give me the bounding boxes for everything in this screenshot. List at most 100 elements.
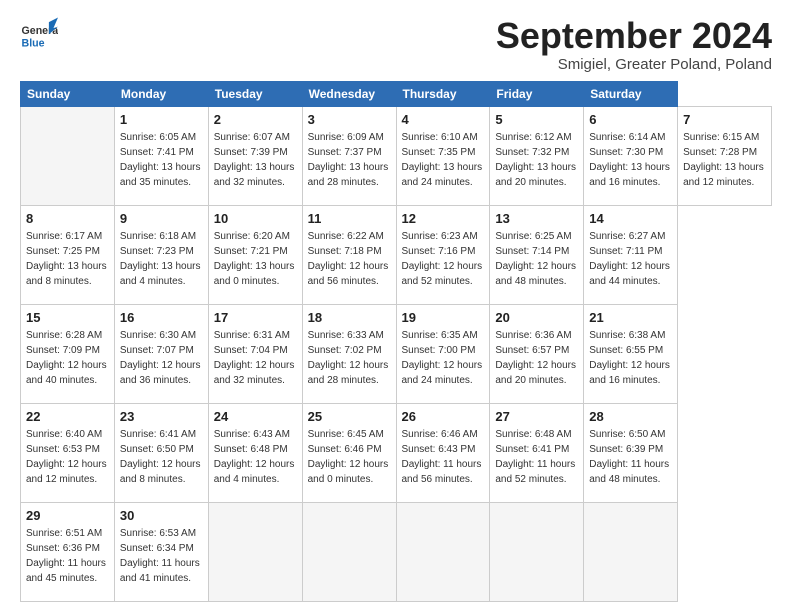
day-number: 19 [402,309,485,327]
day-number: 13 [495,210,578,228]
table-row: 15Sunrise: 6:28 AMSunset: 7:09 PMDayligh… [21,304,115,403]
table-row: 4Sunrise: 6:10 AMSunset: 7:35 PMDaylight… [396,106,490,205]
day-info: Sunrise: 6:12 AMSunset: 7:32 PMDaylight:… [495,130,578,190]
day-info: Sunrise: 6:36 AMSunset: 6:57 PMDaylight:… [495,328,578,388]
table-row [21,106,115,205]
table-row: 25Sunrise: 6:45 AMSunset: 6:46 PMDayligh… [302,403,396,502]
header-friday: Friday [490,81,584,106]
table-row: 1Sunrise: 6:05 AMSunset: 7:41 PMDaylight… [114,106,208,205]
table-row: 6Sunrise: 6:14 AMSunset: 7:30 PMDaylight… [584,106,678,205]
day-number: 14 [589,210,672,228]
header: General Blue September 2024 Smigiel, Gre… [20,16,772,73]
header-tuesday: Tuesday [208,81,302,106]
day-number: 17 [214,309,297,327]
weekday-header-row: Sunday Monday Tuesday Wednesday Thursday… [21,81,772,106]
day-info: Sunrise: 6:20 AMSunset: 7:21 PMDaylight:… [214,229,297,289]
table-row: 13Sunrise: 6:25 AMSunset: 7:14 PMDayligh… [490,205,584,304]
day-info: Sunrise: 6:17 AMSunset: 7:25 PMDaylight:… [26,229,109,289]
day-number: 4 [402,111,485,129]
day-number: 5 [495,111,578,129]
day-number: 1 [120,111,203,129]
day-number: 28 [589,408,672,426]
day-number: 26 [402,408,485,426]
page: General Blue September 2024 Smigiel, Gre… [0,0,792,612]
day-info: Sunrise: 6:25 AMSunset: 7:14 PMDaylight:… [495,229,578,289]
day-info: Sunrise: 6:15 AMSunset: 7:28 PMDaylight:… [683,130,766,190]
day-info: Sunrise: 6:31 AMSunset: 7:04 PMDaylight:… [214,328,297,388]
table-row [208,502,302,601]
day-info: Sunrise: 6:30 AMSunset: 7:07 PMDaylight:… [120,328,203,388]
table-row: 17Sunrise: 6:31 AMSunset: 7:04 PMDayligh… [208,304,302,403]
table-row: 10Sunrise: 6:20 AMSunset: 7:21 PMDayligh… [208,205,302,304]
table-row: 28Sunrise: 6:50 AMSunset: 6:39 PMDayligh… [584,403,678,502]
calendar-table: Sunday Monday Tuesday Wednesday Thursday… [20,81,772,602]
day-info: Sunrise: 6:22 AMSunset: 7:18 PMDaylight:… [308,229,391,289]
table-row: 18Sunrise: 6:33 AMSunset: 7:02 PMDayligh… [302,304,396,403]
day-info: Sunrise: 6:45 AMSunset: 6:46 PMDaylight:… [308,427,391,487]
day-number: 11 [308,210,391,228]
day-info: Sunrise: 6:43 AMSunset: 6:48 PMDaylight:… [214,427,297,487]
day-info: Sunrise: 6:33 AMSunset: 7:02 PMDaylight:… [308,328,391,388]
header-saturday: Saturday [584,81,678,106]
table-row: 14Sunrise: 6:27 AMSunset: 7:11 PMDayligh… [584,205,678,304]
table-row: 27Sunrise: 6:48 AMSunset: 6:41 PMDayligh… [490,403,584,502]
title-block: September 2024 Smigiel, Greater Poland, … [496,16,772,73]
day-number: 9 [120,210,203,228]
day-number: 25 [308,408,391,426]
logo-icon: General Blue [20,16,58,54]
day-info: Sunrise: 6:35 AMSunset: 7:00 PMDaylight:… [402,328,485,388]
table-row: 26Sunrise: 6:46 AMSunset: 6:43 PMDayligh… [396,403,490,502]
table-row: 9Sunrise: 6:18 AMSunset: 7:23 PMDaylight… [114,205,208,304]
table-row: 30Sunrise: 6:53 AMSunset: 6:34 PMDayligh… [114,502,208,601]
day-number: 16 [120,309,203,327]
table-row: 23Sunrise: 6:41 AMSunset: 6:50 PMDayligh… [114,403,208,502]
logo: General Blue [20,16,58,54]
table-row: 20Sunrise: 6:36 AMSunset: 6:57 PMDayligh… [490,304,584,403]
day-info: Sunrise: 6:41 AMSunset: 6:50 PMDaylight:… [120,427,203,487]
day-info: Sunrise: 6:23 AMSunset: 7:16 PMDaylight:… [402,229,485,289]
day-number: 6 [589,111,672,129]
day-info: Sunrise: 6:48 AMSunset: 6:41 PMDaylight:… [495,427,578,487]
day-info: Sunrise: 6:51 AMSunset: 6:36 PMDaylight:… [26,526,109,586]
day-info: Sunrise: 6:50 AMSunset: 6:39 PMDaylight:… [589,427,672,487]
table-row: 11Sunrise: 6:22 AMSunset: 7:18 PMDayligh… [302,205,396,304]
day-info: Sunrise: 6:05 AMSunset: 7:41 PMDaylight:… [120,130,203,190]
day-number: 24 [214,408,297,426]
day-number: 20 [495,309,578,327]
svg-text:Blue: Blue [22,37,45,49]
subtitle: Smigiel, Greater Poland, Poland [496,56,772,73]
day-info: Sunrise: 6:27 AMSunset: 7:11 PMDaylight:… [589,229,672,289]
table-row: 3Sunrise: 6:09 AMSunset: 7:37 PMDaylight… [302,106,396,205]
day-info: Sunrise: 6:09 AMSunset: 7:37 PMDaylight:… [308,130,391,190]
table-row: 22Sunrise: 6:40 AMSunset: 6:53 PMDayligh… [21,403,115,502]
day-number: 18 [308,309,391,327]
day-number: 27 [495,408,578,426]
table-row: 8Sunrise: 6:17 AMSunset: 7:25 PMDaylight… [21,205,115,304]
day-number: 15 [26,309,109,327]
table-row [490,502,584,601]
day-info: Sunrise: 6:10 AMSunset: 7:35 PMDaylight:… [402,130,485,190]
day-number: 23 [120,408,203,426]
table-row: 5Sunrise: 6:12 AMSunset: 7:32 PMDaylight… [490,106,584,205]
day-info: Sunrise: 6:07 AMSunset: 7:39 PMDaylight:… [214,130,297,190]
table-row: 16Sunrise: 6:30 AMSunset: 7:07 PMDayligh… [114,304,208,403]
month-title: September 2024 [496,16,772,56]
day-number: 30 [120,507,203,525]
day-info: Sunrise: 6:40 AMSunset: 6:53 PMDaylight:… [26,427,109,487]
day-number: 8 [26,210,109,228]
day-number: 3 [308,111,391,129]
table-row: 7Sunrise: 6:15 AMSunset: 7:28 PMDaylight… [678,106,772,205]
header-monday: Monday [114,81,208,106]
header-thursday: Thursday [396,81,490,106]
table-row: 2Sunrise: 6:07 AMSunset: 7:39 PMDaylight… [208,106,302,205]
table-row [584,502,678,601]
header-sunday: Sunday [21,81,115,106]
day-info: Sunrise: 6:18 AMSunset: 7:23 PMDaylight:… [120,229,203,289]
day-info: Sunrise: 6:46 AMSunset: 6:43 PMDaylight:… [402,427,485,487]
day-number: 12 [402,210,485,228]
header-wednesday: Wednesday [302,81,396,106]
day-number: 22 [26,408,109,426]
day-number: 21 [589,309,672,327]
table-row: 12Sunrise: 6:23 AMSunset: 7:16 PMDayligh… [396,205,490,304]
day-info: Sunrise: 6:14 AMSunset: 7:30 PMDaylight:… [589,130,672,190]
